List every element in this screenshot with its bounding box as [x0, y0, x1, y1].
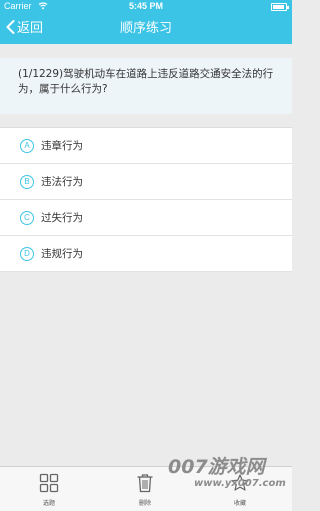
- option-text-a: 违章行为: [41, 140, 83, 152]
- battery-icon: [271, 3, 289, 11]
- status-time: 5:45 PM: [128, 1, 163, 11]
- status-bar: Carrier 5:45 PM: [0, 0, 292, 14]
- option-letter-b: B: [20, 174, 34, 189]
- option-text-d: 违规行为: [41, 248, 83, 260]
- delete-label: 删除: [138, 500, 151, 507]
- option-letter-d: D: [20, 246, 34, 261]
- option-c[interactable]: C 过失行为: [0, 200, 292, 236]
- option-letter-a: A: [20, 138, 34, 153]
- favorite-label: 收藏: [233, 500, 246, 507]
- watermark-line1: 007游戏网: [168, 456, 265, 478]
- option-letter-c: C: [20, 210, 34, 225]
- delete-button[interactable]: 删除: [123, 473, 167, 507]
- trash-icon: [136, 474, 154, 497]
- option-b[interactable]: B 违法行为: [0, 164, 292, 200]
- option-a[interactable]: A 违章行为: [0, 128, 292, 164]
- select-question-label: 选题: [42, 500, 55, 507]
- watermark-line2: www.yx007.com: [194, 478, 286, 489]
- option-d[interactable]: D 违规行为: [0, 236, 292, 272]
- options-list: A 违章行为 B 违法行为 C 过失行为 D 违规行为: [0, 127, 292, 272]
- grid-icon: [39, 473, 59, 497]
- option-text-b: 违法行为: [41, 176, 83, 188]
- question-text: (1/1229)驾驶机动车在道路上违反道路交通安全法的行为，属于什么行为?: [0, 58, 292, 114]
- option-text-c: 过失行为: [41, 212, 83, 224]
- nav-bar: 返回 顺序练习: [0, 14, 292, 44]
- select-question-button[interactable]: 选题: [27, 473, 71, 507]
- watermark: 007游戏网 www.yx007.com: [168, 456, 292, 490]
- page-title: 顺序练习: [119, 21, 172, 36]
